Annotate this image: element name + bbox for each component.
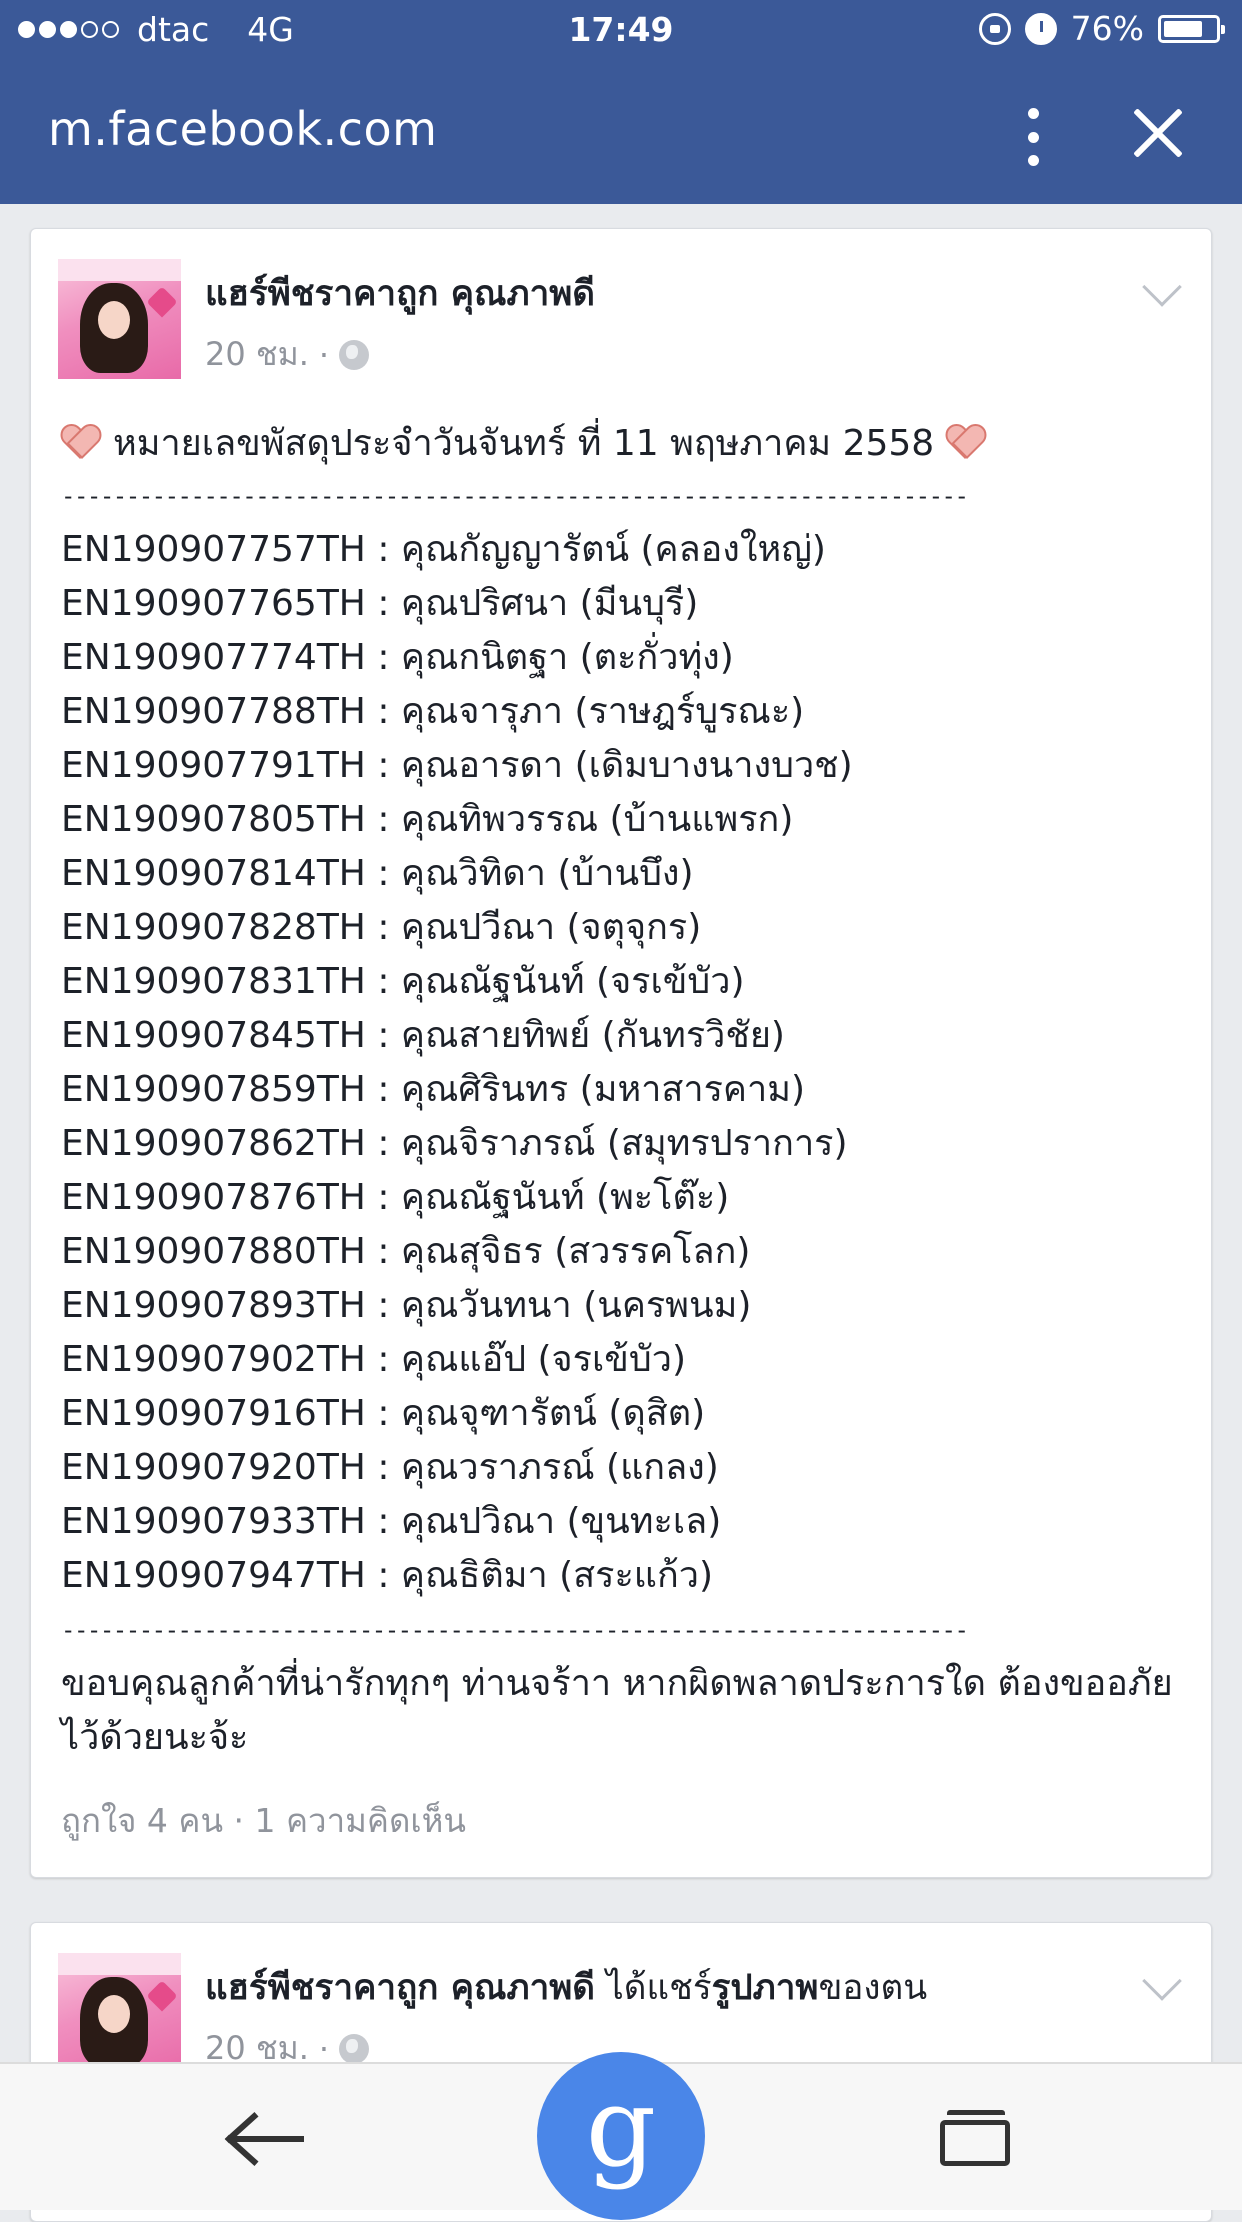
battery-percent: 76% xyxy=(1070,9,1144,48)
parcel-item: EN190907845TH : คุณสายทิพย์ (กันทรวิชัย) xyxy=(61,1015,785,1056)
parcel-item: EN190907765TH : คุณปริศนา (มีนบุรี) xyxy=(61,583,699,624)
post-action: ได้แชร์ xyxy=(595,1968,712,2008)
parcel-list: EN190907757TH : คุณกัญญารัตน์ (คลองใหญ่)… xyxy=(61,523,1191,1603)
heart-icon xyxy=(946,423,986,461)
back-arrow-icon[interactable] xyxy=(230,2136,304,2142)
parcel-item: EN190907831TH : คุณณัฐนันท์ (จรเข้บัว) xyxy=(61,961,745,1002)
tabs-icon[interactable] xyxy=(940,2110,1010,2166)
more-vert-icon[interactable] xyxy=(1013,102,1053,172)
post-action-link[interactable]: รูปภาพ xyxy=(712,1968,819,2008)
divider-line: ----------------------------------------… xyxy=(61,482,969,510)
google-g-icon: g xyxy=(585,2063,657,2191)
battery-icon xyxy=(1158,14,1225,43)
parcel-item: EN190907757TH : คุณกัญญารัตน์ (คลองใหญ่) xyxy=(61,529,826,570)
post-time[interactable]: 20 ชม. xyxy=(205,329,309,380)
parcel-item: EN190907902TH : คุณแอ๊ป (จรเข้บัว) xyxy=(61,1339,686,1380)
browser-toolbar: m.facebook.com xyxy=(0,62,1242,204)
status-right: 76% xyxy=(978,9,1225,48)
status-bar: dtac 4G 17:49 76% xyxy=(0,0,1242,62)
headline-text: หมายเลขพัสดุประจำวันจันทร์ ที่ 11 พฤษภาค… xyxy=(113,422,935,464)
close-icon[interactable] xyxy=(1130,105,1186,161)
feed-post: แฮร์พีชราคาถูก คุณภาพดี 20 ชม. · หมายเลข… xyxy=(30,228,1212,1878)
globe-icon xyxy=(339,339,370,370)
avatar[interactable] xyxy=(58,259,181,379)
parcel-item: EN190907916TH : คุณจุฑารัตน์ (ดุสิต) xyxy=(61,1393,706,1434)
parcel-item: EN190907828TH : คุณปวีณา (จตุจุกร) xyxy=(61,907,702,948)
post-author-line: แฮร์พีชราคาถูก คุณภาพดี ได้แชร์รูปภาพของ… xyxy=(205,1960,927,2015)
post-author[interactable]: แฮร์พีชราคาถูก คุณภาพดี xyxy=(205,1968,595,2008)
chevron-down-icon[interactable] xyxy=(1142,267,1182,307)
alarm-icon xyxy=(1024,12,1057,45)
post-headline: หมายเลขพัสดุประจำวันจันทร์ ที่ 11 พฤษภาค… xyxy=(61,415,1191,469)
parcel-item: EN190907876TH : คุณณัฐนันท์ (พะโต๊ะ) xyxy=(61,1177,730,1218)
post-body: หมายเลขพัสดุประจำวันจันทร์ ที่ 11 พฤษภาค… xyxy=(61,415,1191,1765)
parcel-item: EN190907880TH : คุณสุจิธร (สวรรคโลก) xyxy=(61,1231,751,1272)
post-closing-text: ขอบคุณลูกค้าที่น่ารักทุกๆ ท่านจร้าา หากผ… xyxy=(61,1663,1173,1758)
parcel-item: EN190907788TH : คุณจารุภา (ราษฎร์บูรณะ) xyxy=(61,691,805,732)
url-display[interactable]: m.facebook.com xyxy=(48,102,437,156)
lock-rotation-icon xyxy=(978,12,1011,45)
chevron-down-icon[interactable] xyxy=(1142,1961,1182,2001)
parcel-item: EN190907791TH : คุณอารดา (เดิมบางนางบวช) xyxy=(61,745,853,786)
parcel-item: EN190907947TH : คุณธิติมา (สระแก้ว) xyxy=(61,1555,714,1596)
parcel-item: EN190907805TH : คุณทิพวรรณ (บ้านแพรก) xyxy=(61,799,794,840)
heart-icon xyxy=(61,423,101,461)
parcel-item: EN190907859TH : คุณศิรินทร (มหาสารคาม) xyxy=(61,1069,805,1110)
google-search-button[interactable]: g xyxy=(537,2052,705,2220)
avatar[interactable] xyxy=(58,1953,181,2073)
parcel-item: EN190907814TH : คุณวิทิดา (บ้านบึง) xyxy=(61,853,694,894)
post-author[interactable]: แฮร์พีชราคาถูก คุณภาพดี xyxy=(205,266,595,321)
divider-line: ----------------------------------------… xyxy=(61,1616,969,1644)
globe-icon xyxy=(339,2033,370,2064)
parcel-item: EN190907920TH : คุณวราภรณ์ (แกลง) xyxy=(61,1447,719,1488)
meta-separator: · xyxy=(318,335,330,374)
parcel-item: EN190907774TH : คุณกนิตฐา (ตะกั่วทุ่ง) xyxy=(61,637,734,678)
post-action-tail: ของตน xyxy=(818,1968,928,2008)
parcel-item: EN190907933TH : คุณปวิณา (ขุนทะเล) xyxy=(61,1501,722,1542)
parcel-item: EN190907862TH : คุณจิราภรณ์ (สมุทรปราการ… xyxy=(61,1123,848,1164)
post-stats[interactable]: ถูกใจ 4 คน · 1 ความคิดเห็น xyxy=(61,1794,466,1847)
post-meta: 20 ชม. · xyxy=(205,329,370,380)
parcel-item: EN190907893TH : คุณวันทนา (นครพนม) xyxy=(61,1285,752,1326)
